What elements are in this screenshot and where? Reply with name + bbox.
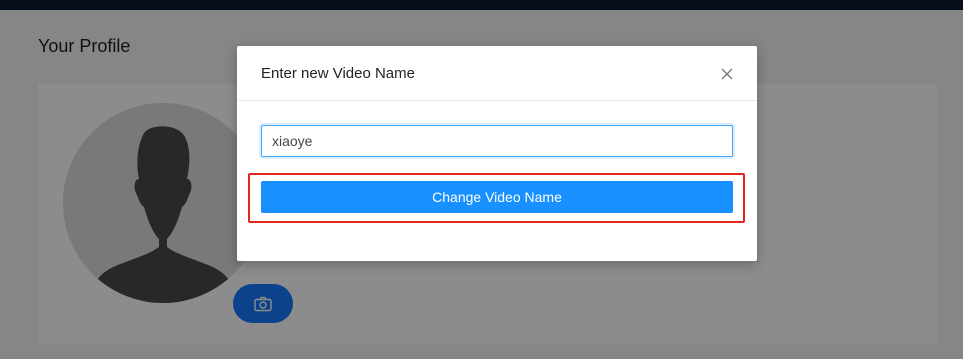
dialog-title: Enter new Video Name xyxy=(261,65,415,82)
dialog-header: Enter new Video Name xyxy=(237,46,757,101)
video-name-input[interactable] xyxy=(261,125,733,157)
close-button[interactable] xyxy=(716,63,738,85)
rename-video-dialog: Enter new Video Name Change Video Name xyxy=(237,46,757,261)
close-icon xyxy=(721,68,733,80)
change-video-name-button[interactable]: Change Video Name xyxy=(261,181,733,213)
